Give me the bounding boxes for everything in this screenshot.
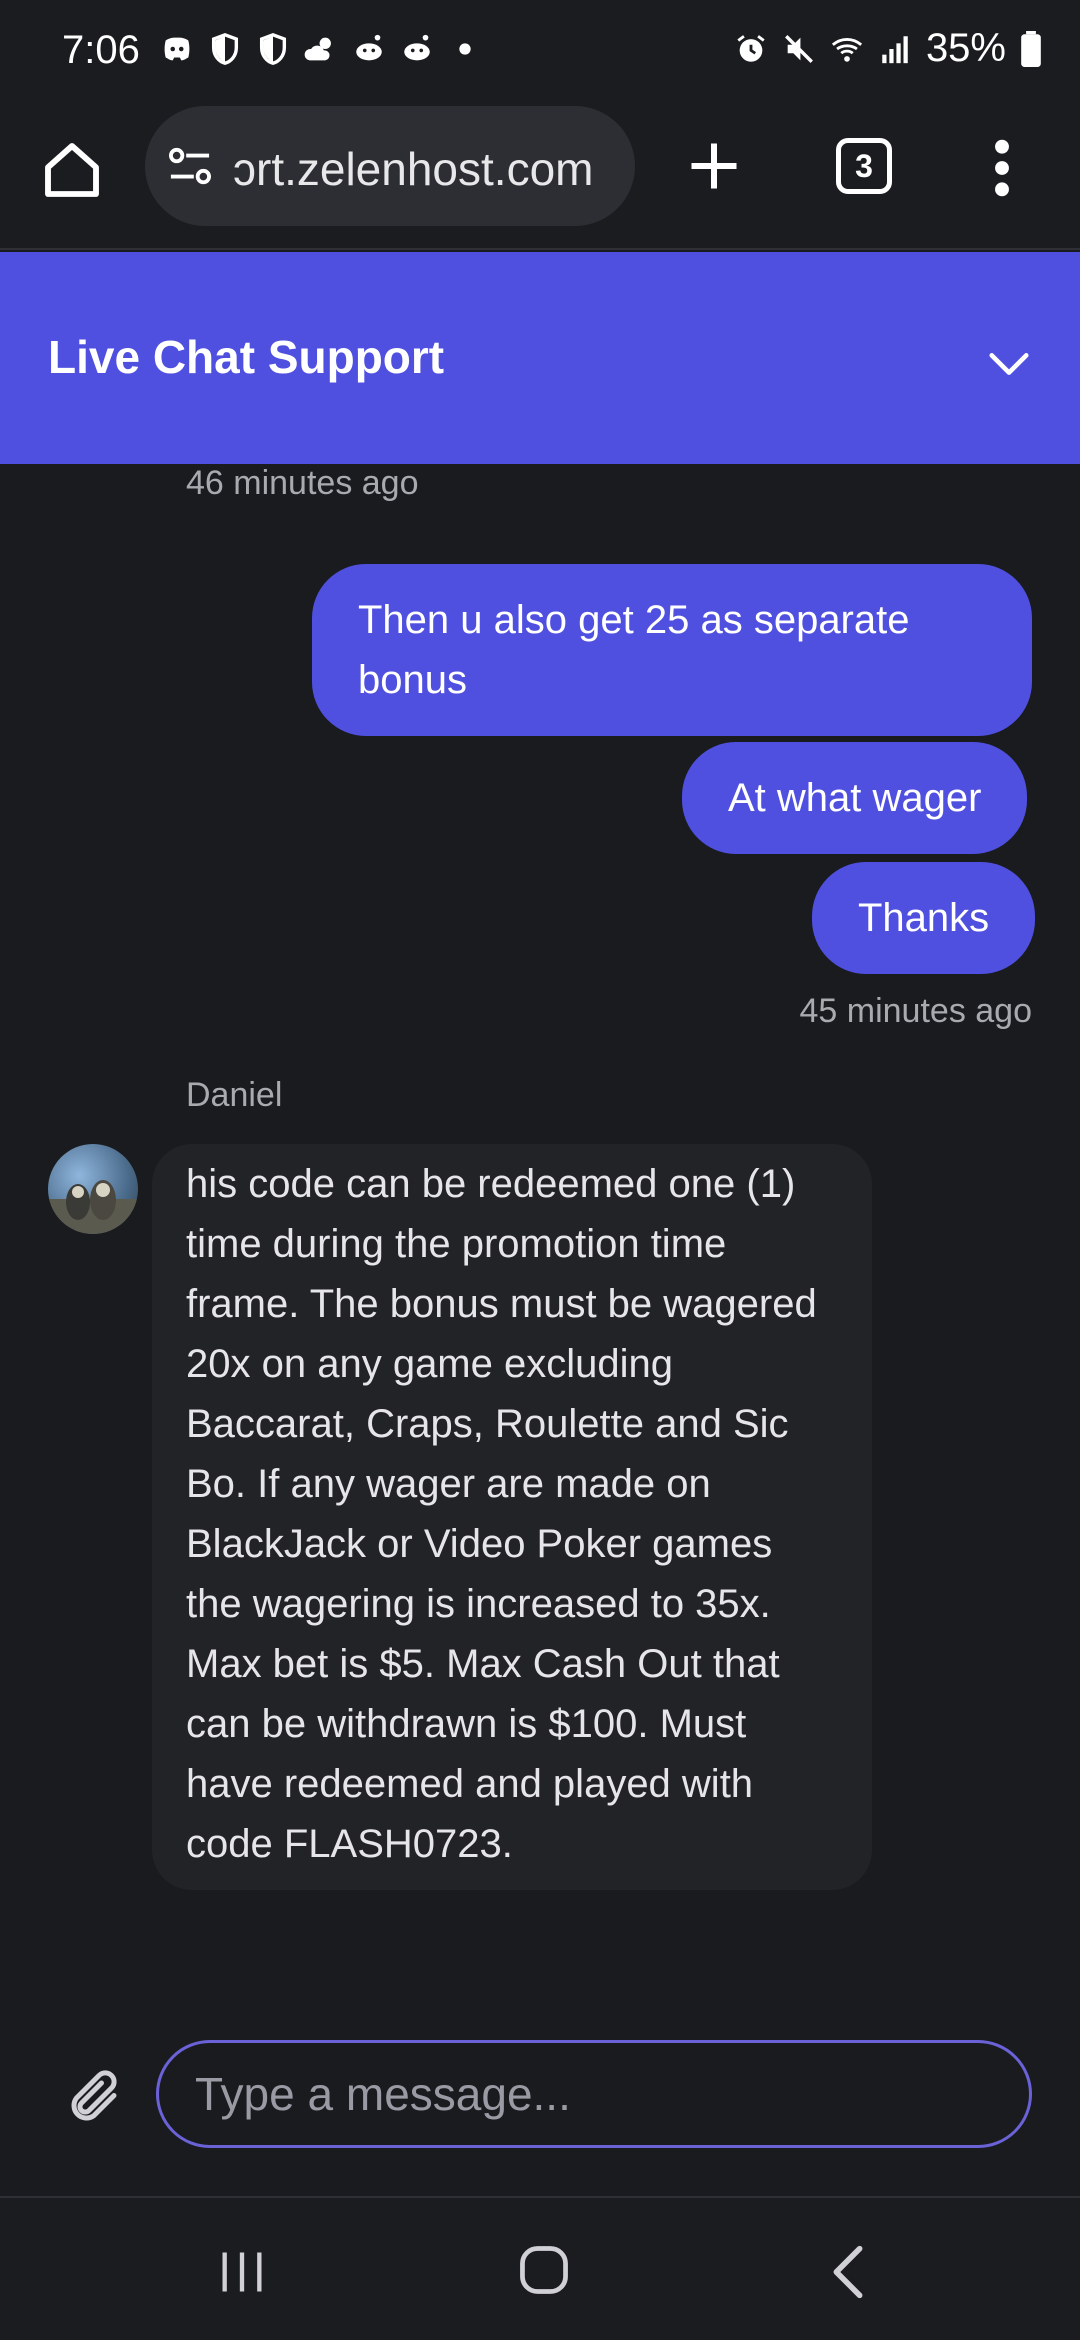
battery-icon — [1021, 30, 1041, 67]
dot-icon — [459, 43, 471, 55]
tab-count: 3 — [855, 147, 873, 184]
message-input[interactable] — [156, 2040, 1032, 2148]
recents-icon[interactable] — [216, 2246, 268, 2298]
message-timestamp: 45 minutes ago — [799, 992, 1033, 1030]
status-bar: 7:06 35% — [0, 0, 1080, 100]
battery-percent: 35% — [925, 26, 1006, 70]
message-list[interactable]: 46 minutes ago Then u also get 25 as sep… — [0, 464, 1080, 1974]
weather-icon — [304, 37, 331, 61]
discord-icon — [164, 37, 190, 61]
address-bar[interactable]: ɔrt.zelenhost.com — [145, 106, 635, 226]
home-icon[interactable] — [40, 138, 104, 202]
new-tab-icon[interactable] — [684, 136, 744, 196]
home-nav-icon[interactable] — [518, 2242, 570, 2298]
chat-header: Live Chat Support — [0, 252, 1080, 464]
mute-icon — [784, 34, 813, 63]
alarm-icon — [737, 34, 765, 62]
composer — [0, 1974, 1080, 2194]
reddit-icon — [404, 34, 430, 61]
site-settings-icon[interactable] — [167, 146, 213, 188]
agent-avatar — [48, 1144, 138, 1234]
signal-icon — [882, 35, 908, 63]
tab-switcher-button[interactable]: 3 — [836, 138, 892, 194]
chat-title: Live Chat Support — [48, 331, 445, 383]
agent-name: Daniel — [186, 1076, 283, 1114]
shield-icon — [211, 33, 239, 65]
more-options-icon[interactable] — [986, 136, 1018, 200]
user-message: Thanks — [812, 862, 1036, 974]
status-time: 7:06 — [62, 28, 140, 72]
message-timestamp: 46 minutes ago — [186, 464, 419, 502]
browser-toolbar: ɔrt.zelenhost.com 3 — [0, 100, 1080, 250]
agent-message: his code can be redeemed one (1) time du… — [152, 1144, 872, 1890]
wifi-icon — [831, 37, 863, 62]
chevron-down-icon[interactable] — [986, 340, 1032, 386]
notification-icons — [160, 32, 482, 66]
system-nav-bar — [0, 2196, 1080, 2340]
reddit-icon — [356, 34, 382, 61]
back-icon[interactable] — [828, 2244, 868, 2300]
user-message: At what wager — [682, 742, 1028, 854]
shield-icon — [259, 33, 287, 65]
user-message: Then u also get 25 as separate bonus — [312, 564, 1032, 736]
status-right: 35% — [734, 26, 1042, 71]
url-text[interactable]: ɔrt.zelenhost.com — [233, 142, 593, 196]
paperclip-icon[interactable] — [64, 2068, 124, 2128]
avatar-image — [48, 1180, 138, 1234]
